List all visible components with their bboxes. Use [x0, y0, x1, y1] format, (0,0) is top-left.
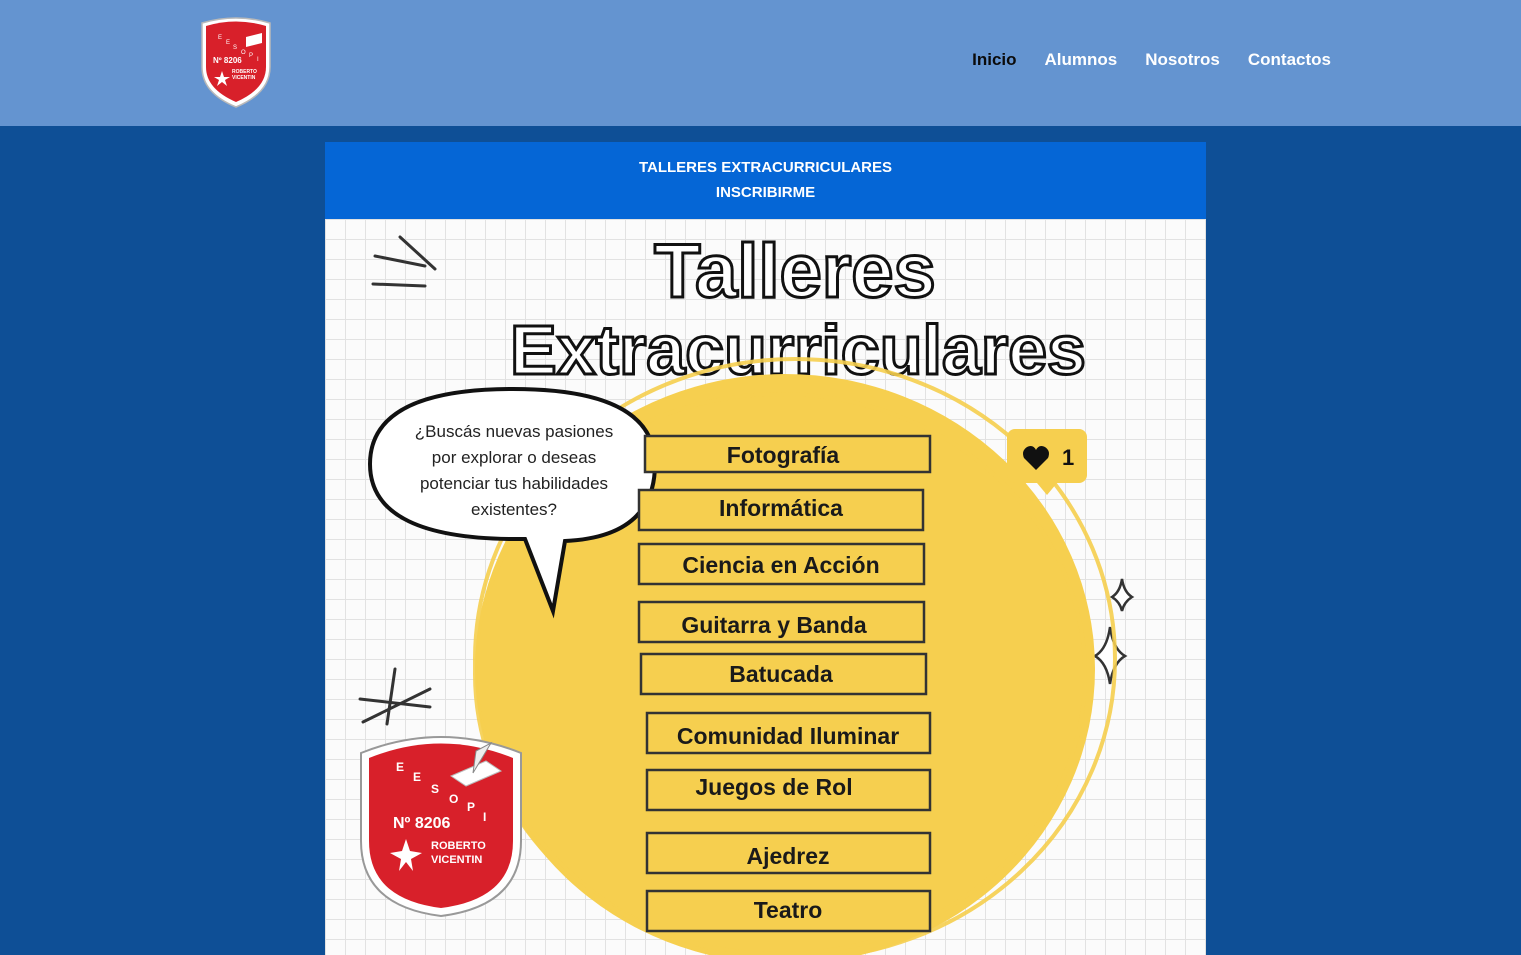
nav-contactos[interactable]: Contactos: [1248, 50, 1331, 70]
workshop-list: Fotografía Informática Ciencia en Acción…: [637, 434, 932, 933]
doodle-lines-icon: [371, 235, 437, 288]
school-crest: E E S O P I Nº 8206 ROBERTO VICENTIN: [360, 736, 522, 918]
workshop-juegos-label: Juegos de Rol: [695, 774, 852, 800]
bubble-line-4: existentes?: [471, 500, 557, 519]
svg-text:I: I: [483, 810, 486, 824]
svg-text:Nº 8206: Nº 8206: [213, 56, 242, 65]
svg-text:S: S: [431, 782, 439, 796]
nav-nosotros[interactable]: Nosotros: [1145, 50, 1220, 70]
svg-text:VICENTIN: VICENTIN: [232, 75, 256, 81]
nav-alumnos[interactable]: Alumnos: [1045, 50, 1118, 70]
main-nav: Inicio Alumnos Nosotros Contactos: [972, 50, 1331, 70]
bubble-line-2: por explorar o deseas: [432, 448, 596, 467]
site-header: E E S O P I Nº 8206 ROBERTO VICENTIN Ini…: [0, 0, 1521, 126]
workshop-informatica-label: Informática: [719, 495, 843, 521]
workshop-ajedrez-label: Ajedrez: [746, 843, 829, 869]
nav-inicio[interactable]: Inicio: [972, 50, 1016, 70]
bubble-line-1: ¿Buscás nuevas pasiones: [415, 422, 613, 441]
svg-text:O: O: [241, 50, 246, 56]
banner-title: TALLERES EXTRACURRICULARES: [638, 159, 893, 176]
svg-text:VICENTIN: VICENTIN: [431, 854, 482, 866]
doodle-star-icon: [358, 667, 432, 726]
svg-text:S: S: [233, 45, 237, 51]
poster-title-line1: Talleres: [654, 229, 936, 314]
workshop-fotografia-label: Fotografía: [727, 442, 840, 468]
svg-text:P: P: [249, 53, 253, 59]
svg-text:E: E: [218, 35, 222, 41]
workshop-comunidad-label: Comunidad Iluminar: [677, 723, 899, 749]
svg-text:E: E: [396, 760, 404, 774]
workshops-poster: Talleres Extracurriculares 1 ¿Buscás nue…: [325, 219, 1206, 955]
poster-graphic: Talleres Extracurriculares 1 ¿Buscás nue…: [358, 228, 1135, 955]
like-count: 1: [1062, 445, 1074, 470]
svg-text:O: O: [449, 792, 458, 806]
svg-text:ROBERTO: ROBERTO: [431, 840, 486, 852]
svg-text:E: E: [226, 40, 230, 46]
svg-text:E: E: [413, 770, 421, 784]
signup-link[interactable]: INSCRIBIRME: [325, 184, 1206, 201]
workshop-banner: TALLERES EXTRACURRICULARES INSCRIBIRME: [325, 142, 1206, 219]
workshop-batucada-label: Batucada: [729, 661, 833, 687]
workshop-guitarra-label: Guitarra y Banda: [681, 612, 867, 638]
school-logo[interactable]: E E S O P I Nº 8206 ROBERTO VICENTIN: [196, 15, 276, 109]
bubble-line-3: potenciar tus habilidades: [420, 474, 608, 493]
content-card: TALLERES EXTRACURRICULARES INSCRIBIRME T…: [325, 142, 1206, 955]
workshop-ciencia-label: Ciencia en Acción: [682, 552, 879, 578]
svg-text:P: P: [467, 800, 475, 814]
workshop-teatro-label: Teatro: [754, 897, 823, 923]
svg-text:Nº 8206: Nº 8206: [393, 815, 451, 832]
